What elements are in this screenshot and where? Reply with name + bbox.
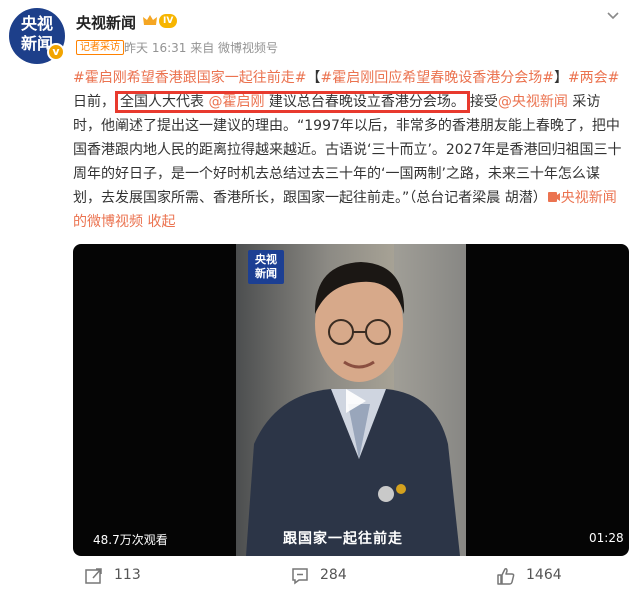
mention-link[interactable]: @央视新闻 — [498, 94, 568, 110]
level-badge: IV — [159, 14, 178, 28]
body-text: 全国人大代表 — [120, 94, 204, 110]
hashtag-link[interactable]: # — [73, 70, 85, 86]
highlight-box: 全国人大代表 @霍启刚 建议总台春晚设立香港分会场。 — [115, 91, 470, 113]
crown-icon — [143, 15, 157, 25]
collapse-link[interactable]: 收起 — [147, 214, 175, 230]
body-text: 建议总台春晚设立香港分会场。 — [268, 94, 465, 110]
view-count: 48.7万次观看 — [93, 533, 168, 547]
reporter-tag: 记者采访 — [76, 40, 124, 55]
verified-icon: v — [47, 43, 65, 61]
mention-link[interactable]: 霍启刚 — [85, 70, 127, 86]
post-meta: 昨天 16:31 来自 微博视频号 — [124, 41, 279, 55]
video-subtitle: 跟国家一起往前走 — [283, 531, 403, 547]
comment-icon — [292, 568, 308, 585]
thumbs-up-icon — [497, 568, 515, 585]
hashtag-link[interactable]: #两会# — [568, 70, 619, 86]
cctv-logo: 央视 新闻 — [248, 250, 284, 284]
bracket-text: 】 — [553, 70, 568, 86]
body-text: 接受 — [469, 94, 498, 110]
account-name[interactable]: 央视新闻 — [76, 12, 136, 33]
post-text: #霍启刚希望香港跟国家一起往前走#【#霍启刚回应希望春晚设香港分会场#】#两会#… — [73, 66, 626, 234]
mention-link[interactable]: @霍启刚 — [208, 94, 264, 110]
video-player[interactable]: 央视 新闻 48.7万次观看 跟国家一起往前走 01:28 — [73, 244, 629, 556]
video-duration: 01:28 — [589, 531, 624, 545]
bracket-text: 【 — [306, 70, 321, 86]
hashtag-link[interactable]: 希望香港跟国家一起往前走# — [127, 70, 307, 86]
repost-icon — [85, 568, 102, 584]
play-icon[interactable] — [336, 383, 372, 419]
body-text: 日前， — [73, 94, 115, 110]
hashtag-link[interactable]: #霍启刚回应希望春晚设香港分会场# — [320, 70, 553, 86]
action-bar: 113 284 1464 — [0, 560, 640, 592]
chevron-down-icon[interactable] — [606, 8, 620, 22]
video-icon — [547, 192, 560, 202]
